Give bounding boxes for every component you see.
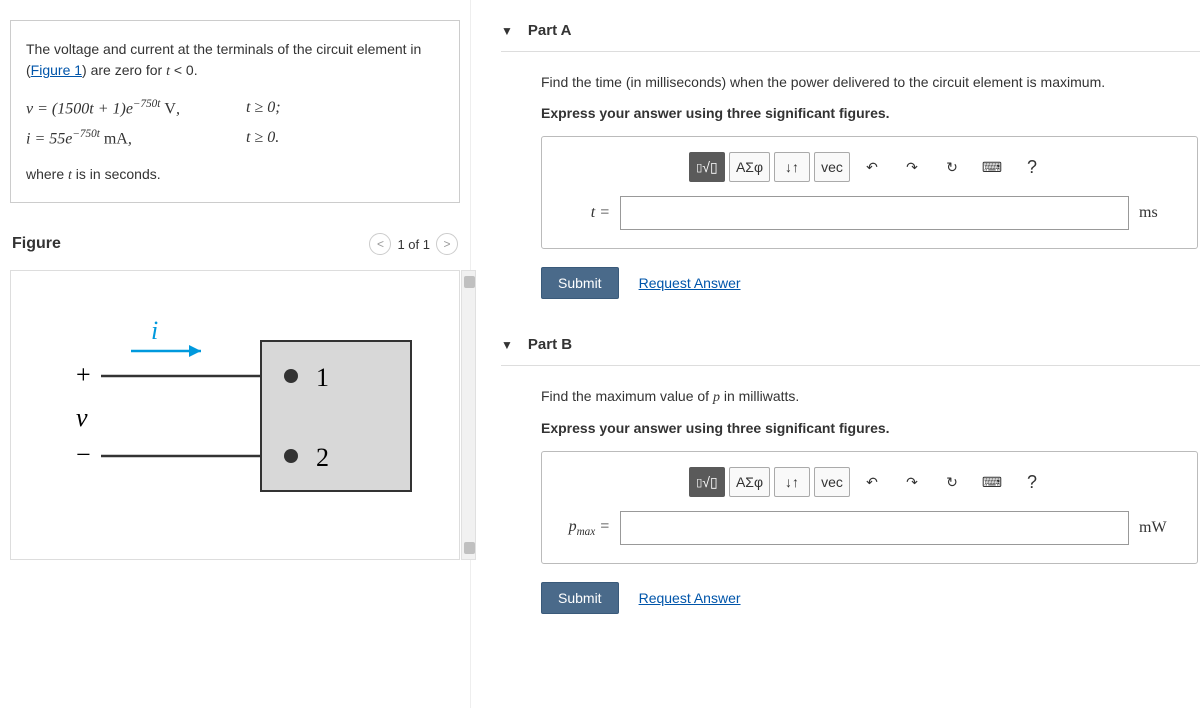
part-b-var: pmax =	[560, 518, 610, 538]
part-b-submit-row: Submit Request Answer	[541, 582, 1198, 614]
part-b-request-answer[interactable]: Request Answer	[639, 590, 741, 606]
next-figure-button[interactable]: >	[436, 233, 458, 255]
figure-header: Figure < 1 of 1 >	[10, 233, 460, 255]
templates-button[interactable]: ▯√▯	[689, 152, 725, 182]
part-a-answer-row: t = ms	[560, 196, 1179, 230]
help-button[interactable]: ?	[1014, 152, 1050, 182]
eq-v: v = (1500t + 1)e−750t V,	[26, 94, 246, 124]
part-b-title: Part B	[528, 336, 572, 353]
part-a-header[interactable]: ▼ Part A	[501, 10, 1200, 52]
keyboard-button[interactable]: ⌨	[974, 152, 1010, 182]
redo-button[interactable]: ↷	[894, 467, 930, 497]
greek-button[interactable]: ΑΣφ	[729, 467, 770, 497]
figure-pager: < 1 of 1 >	[369, 233, 458, 255]
equations: v = (1500t + 1)e−750t V, t ≥ 0; i = 55e−…	[26, 94, 444, 154]
where-clause: where t is in seconds.	[26, 166, 444, 184]
part-b-content: Find the maximum value of p in milliwatt…	[501, 386, 1200, 614]
keyboard-button[interactable]: ⌨	[974, 467, 1010, 497]
part-a-content: Find the time (in milliseconds) when the…	[501, 72, 1200, 299]
scroll-down-arrow[interactable]	[464, 542, 475, 554]
part-b-input[interactable]	[620, 511, 1129, 545]
undo-button[interactable]: ↶	[854, 467, 890, 497]
pager-text: 1 of 1	[397, 237, 430, 252]
collapse-icon: ▼	[501, 338, 513, 352]
terminal-2-label: 2	[316, 443, 329, 472]
part-b-header[interactable]: ▼ Part B	[501, 324, 1200, 366]
part-a-title: Part A	[528, 22, 572, 39]
part-a-request-answer[interactable]: Request Answer	[639, 275, 741, 291]
part-a-toolbar: ▯√▯ ΑΣφ ↓↑ vec ↶ ↷ ↻ ⌨ ?	[560, 152, 1179, 182]
reset-button[interactable]: ↻	[934, 467, 970, 497]
subscript-button[interactable]: ↓↑	[774, 152, 810, 182]
eq-v-cond: t ≥ 0;	[246, 94, 281, 124]
part-a-submit-button[interactable]: Submit	[541, 267, 619, 299]
templates-button[interactable]: ▯√▯	[689, 467, 725, 497]
part-b-answer-panel: ▯√▯ ΑΣφ ↓↑ vec ↶ ↷ ↻ ⌨ ? pmax = mW	[541, 451, 1198, 564]
intro-post: ) are zero for t < 0.	[82, 62, 198, 78]
part-b-unit: mW	[1139, 519, 1179, 537]
part-a-input[interactable]	[620, 196, 1129, 230]
prev-figure-button[interactable]: <	[369, 233, 391, 255]
figure-title: Figure	[12, 235, 61, 253]
eq-i-cond: t ≥ 0.	[246, 124, 279, 154]
part-a-var: t =	[560, 204, 610, 222]
voltage-label: v	[76, 403, 88, 432]
plus-label: +	[76, 360, 91, 389]
eq-i: i = 55e−750t mA,	[26, 124, 246, 154]
figure-link[interactable]: Figure 1	[31, 62, 82, 78]
part-a-unit: ms	[1139, 204, 1179, 222]
figure-canvas: 1 2 i + v −	[10, 270, 460, 560]
redo-button[interactable]: ↷	[894, 152, 930, 182]
reset-button[interactable]: ↻	[934, 152, 970, 182]
undo-button[interactable]: ↶	[854, 152, 890, 182]
part-b-answer-row: pmax = mW	[560, 511, 1179, 545]
help-button[interactable]: ?	[1014, 467, 1050, 497]
part-b-instruction: Express your answer using three signific…	[541, 418, 1198, 439]
part-a-submit-row: Submit Request Answer	[541, 267, 1198, 299]
part-b-submit-button[interactable]: Submit	[541, 582, 619, 614]
current-label: i	[151, 316, 158, 345]
problem-intro: The voltage and current at the terminals…	[26, 39, 444, 82]
part-b-toolbar: ▯√▯ ΑΣφ ↓↑ vec ↶ ↷ ↻ ⌨ ?	[560, 467, 1179, 497]
part-b-question: Find the maximum value of p in milliwatt…	[541, 386, 1198, 408]
scroll-up-arrow[interactable]	[464, 276, 475, 288]
part-a-instruction: Express your answer using three signific…	[541, 103, 1198, 124]
vec-button[interactable]: vec	[814, 152, 850, 182]
right-panel: ▼ Part A Find the time (in milliseconds)…	[470, 0, 1200, 708]
left-panel: The voltage and current at the terminals…	[0, 0, 470, 708]
part-a-question: Find the time (in milliseconds) when the…	[541, 72, 1198, 93]
part-a-answer-panel: ▯√▯ ΑΣφ ↓↑ vec ↶ ↷ ↻ ⌨ ? t = ms	[541, 136, 1198, 249]
minus-label: −	[76, 440, 91, 469]
subscript-button[interactable]: ↓↑	[774, 467, 810, 497]
vec-button[interactable]: vec	[814, 467, 850, 497]
greek-button[interactable]: ΑΣφ	[729, 152, 770, 182]
problem-statement: The voltage and current at the terminals…	[10, 20, 460, 203]
collapse-icon: ▼	[501, 24, 513, 38]
terminal-1-label: 1	[316, 363, 329, 392]
circuit-diagram: 1 2 i + v −	[61, 311, 421, 511]
figure-scrollbar[interactable]	[461, 270, 476, 560]
